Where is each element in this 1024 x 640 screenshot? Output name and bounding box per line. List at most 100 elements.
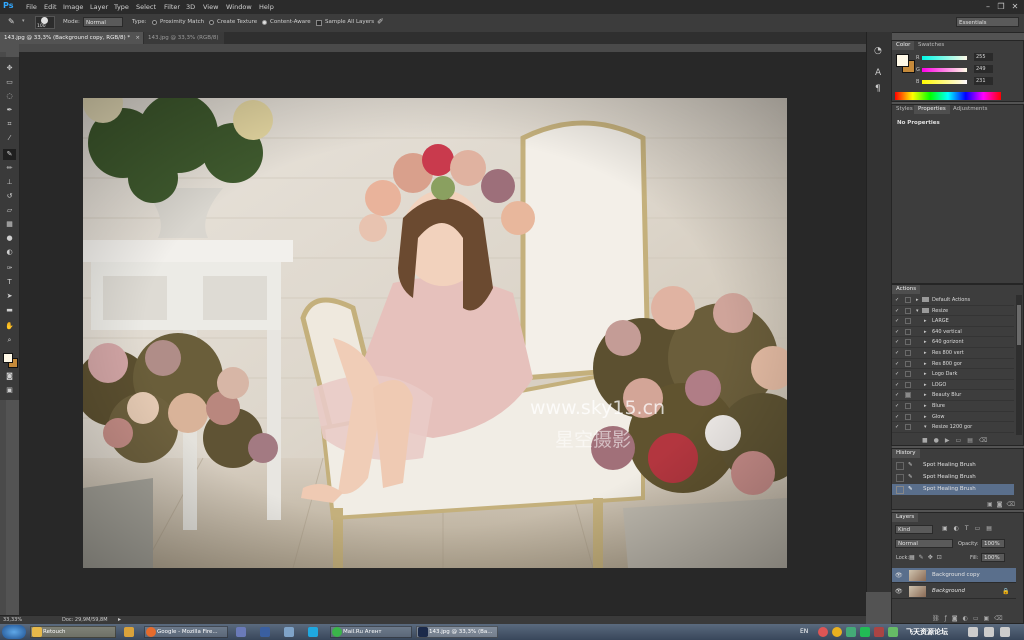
- dialog-toggle[interactable]: [905, 360, 911, 367]
- pixel-filter-icon[interactable]: ▣: [942, 525, 954, 532]
- group-icon[interactable]: ▭: [973, 615, 984, 622]
- history-brush-tool-icon[interactable]: ↺: [3, 191, 16, 202]
- menu-type[interactable]: Type: [114, 3, 129, 11]
- expand-icon[interactable]: ▸: [924, 316, 927, 326]
- check-icon[interactable]: ✓: [895, 359, 901, 369]
- tab-history[interactable]: History: [892, 449, 920, 458]
- status-arrow-icon[interactable]: ▸: [118, 616, 121, 623]
- check-icon[interactable]: ✓: [895, 390, 901, 400]
- tab-properties[interactable]: Properties: [914, 105, 950, 114]
- taskbar-item-active[interactable]: 143.jpg @ 33,3% (Ba...: [416, 626, 498, 638]
- adjustment-icon[interactable]: ◐: [963, 615, 973, 622]
- blue-slider[interactable]: [922, 80, 967, 84]
- mode-select[interactable]: Normal: [83, 17, 123, 27]
- create-texture-radio[interactable]: [209, 20, 214, 25]
- expand-icon[interactable]: ▸: [924, 380, 927, 390]
- action-item[interactable]: ✓ ▸ LARGE: [892, 316, 1014, 327]
- history-state[interactable]: ✎ Spot Healing Brush: [892, 472, 1014, 483]
- document-tab-active[interactable]: 143.jpg @ 33,3% (Background copy, RGB/8)…: [0, 32, 143, 44]
- menu-select[interactable]: Select: [136, 3, 156, 11]
- fill-input[interactable]: 100%: [981, 553, 1005, 562]
- check-icon[interactable]: ✓: [895, 401, 901, 411]
- expand-icon[interactable]: ▸: [924, 401, 927, 411]
- taskbar-item[interactable]: Retouch: [30, 626, 116, 638]
- move-tool-icon[interactable]: ✥: [3, 63, 16, 74]
- expand-icon[interactable]: ▸: [924, 327, 927, 337]
- mask-icon[interactable]: ◙: [952, 615, 963, 622]
- dialog-toggle[interactable]: [905, 297, 911, 303]
- tab-color[interactable]: Color: [892, 41, 915, 50]
- layer-name[interactable]: Background copy: [932, 568, 980, 583]
- start-button[interactable]: [2, 625, 26, 639]
- action-item[interactable]: ✓ ▸ Glow: [892, 412, 1014, 423]
- dialog-toggle[interactable]: [905, 371, 911, 378]
- action-item[interactable]: ✓ ▸ LOGO: [892, 380, 1014, 391]
- check-icon[interactable]: ✓: [895, 412, 901, 422]
- lock-transparency-icon[interactable]: ▦: [909, 554, 919, 561]
- stop-icon[interactable]: ■: [922, 437, 934, 444]
- history-dock-icon[interactable]: ◔: [874, 46, 882, 56]
- tray-icon[interactable]: [860, 627, 870, 637]
- minimize-icon[interactable]: –: [983, 2, 993, 11]
- play-icon[interactable]: ▶: [945, 437, 956, 444]
- green-slider[interactable]: [922, 68, 967, 72]
- menu-filter[interactable]: Filter: [164, 3, 180, 11]
- blue-value[interactable]: 231: [974, 77, 993, 85]
- clone-stamp-tool-icon[interactable]: ⊥: [3, 177, 16, 188]
- tab-layers[interactable]: Layers: [892, 513, 919, 522]
- document-canvas-image[interactable]: www.sky15.cn 星空摄影: [83, 98, 787, 568]
- quick-selection-tool-icon[interactable]: ✒: [3, 105, 16, 116]
- fx-icon[interactable]: ƒ: [945, 615, 952, 622]
- history-snapshot-toggle[interactable]: [896, 474, 904, 482]
- tab-swatches[interactable]: Swatches: [914, 41, 948, 50]
- taskbar-item[interactable]: Mail.Ru Агент: [330, 626, 412, 638]
- tab-actions[interactable]: Actions: [892, 285, 921, 294]
- new-action-icon[interactable]: ▤: [967, 437, 979, 444]
- delete-icon[interactable]: ⌫: [994, 615, 1007, 622]
- action-item[interactable]: ✓ ▾ Resize: [892, 306, 1014, 317]
- content-aware-radio[interactable]: [262, 20, 267, 25]
- delete-icon[interactable]: ⌫: [979, 437, 993, 444]
- gradient-tool-icon[interactable]: ▦: [3, 219, 16, 230]
- check-icon[interactable]: ✓: [895, 380, 901, 390]
- lock-position-icon[interactable]: ✥: [928, 554, 937, 561]
- check-icon[interactable]: ✓: [895, 422, 901, 432]
- paragraph-dock-icon[interactable]: ¶: [875, 84, 881, 94]
- network-icon[interactable]: [984, 627, 994, 637]
- menu-layer[interactable]: Layer: [90, 3, 108, 11]
- red-value[interactable]: 255: [974, 53, 993, 61]
- brush-tool-icon[interactable]: ✏: [3, 163, 16, 174]
- expand-icon[interactable]: ▸: [924, 369, 927, 379]
- red-slider[interactable]: [922, 56, 967, 60]
- dialog-toggle[interactable]: [905, 392, 911, 399]
- brush-picker[interactable]: 100: [35, 16, 55, 29]
- menu-edit[interactable]: Edit: [44, 3, 57, 11]
- layer-row[interactable]: 👁 Background 🔒: [892, 584, 1016, 599]
- history-state-selected[interactable]: ✎ Spot Healing Brush: [892, 484, 1014, 495]
- expand-icon[interactable]: ▸: [924, 337, 927, 347]
- tray-icon[interactable]: [968, 627, 978, 637]
- action-item[interactable]: ✓ ▸ 640 vertical: [892, 327, 1014, 338]
- expand-icon[interactable]: ▸: [924, 348, 927, 358]
- lock-pixels-icon[interactable]: ✎: [919, 554, 928, 561]
- dialog-toggle[interactable]: [905, 381, 911, 388]
- dialog-toggle[interactable]: [905, 424, 911, 431]
- crop-tool-icon[interactable]: ⌗: [3, 119, 16, 130]
- opacity-input[interactable]: 100%: [981, 539, 1005, 548]
- volume-icon[interactable]: [1000, 627, 1010, 637]
- spot-healing-brush-icon[interactable]: ✎: [8, 17, 20, 28]
- delete-icon[interactable]: ⌫: [1007, 501, 1019, 508]
- smart-object-filter-icon[interactable]: ▤: [986, 525, 998, 532]
- check-icon[interactable]: ✓: [895, 337, 901, 347]
- zoom-tool-icon[interactable]: ⌕: [3, 335, 16, 346]
- eraser-tool-icon[interactable]: ▱: [3, 205, 16, 216]
- menu-image[interactable]: Image: [63, 3, 83, 11]
- visibility-eye-icon[interactable]: 👁: [895, 568, 903, 583]
- path-selection-tool-icon[interactable]: ➤: [3, 291, 16, 302]
- tab-adjustments[interactable]: Adjustments: [949, 105, 991, 114]
- new-set-icon[interactable]: ▭: [956, 437, 968, 444]
- hand-tool-icon[interactable]: ✋: [3, 321, 16, 332]
- explorer-icon[interactable]: [124, 627, 134, 637]
- tab-styles[interactable]: Styles: [892, 105, 917, 114]
- dialog-toggle[interactable]: [905, 328, 911, 335]
